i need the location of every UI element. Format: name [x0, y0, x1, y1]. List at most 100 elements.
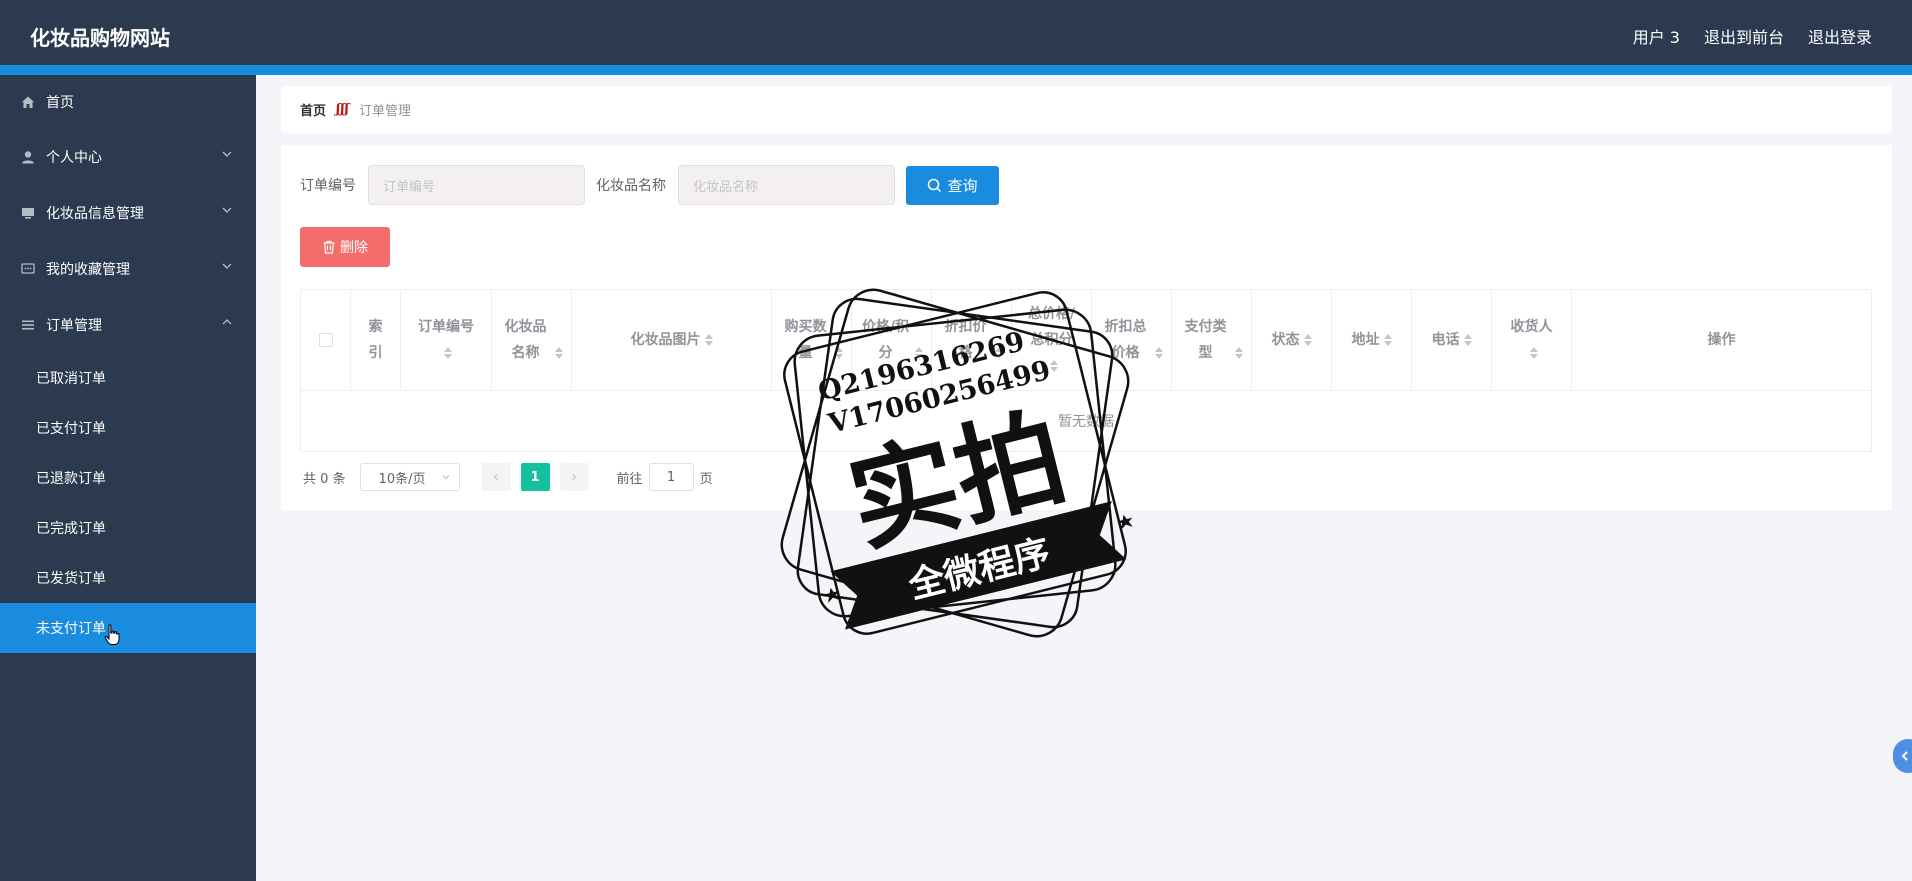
page-size-select[interactable]: 10条/页 — [359, 463, 460, 491]
sidebar-item-label: 订单管理 — [46, 318, 102, 334]
home-icon — [20, 94, 36, 110]
breadcrumb-current: 订单管理 — [358, 104, 411, 119]
column-header[interactable]: 化妆品图片 — [572, 290, 772, 390]
goto-label: 前往 — [616, 471, 643, 487]
sidebar-subitem-cancelled[interactable]: 已取消订单 — [0, 353, 256, 403]
stamp-banner-text: 全微程序 — [904, 531, 1055, 607]
select-all-cell — [301, 290, 351, 390]
column-header[interactable]: 状态 — [1252, 290, 1332, 390]
orders-table: 索引 订单编号 化妆品名称 化妆品图片 购买数量 价格/积分 折扣价格 总价格/… — [300, 289, 1872, 452]
column-header[interactable]: 收货人 — [1492, 290, 1572, 390]
header-links: 用户 3 退出到前台 退出登录 — [1633, 24, 1872, 48]
sidebar-item-home[interactable]: 首页 — [0, 75, 256, 129]
sidebar-subitem-unpaid[interactable]: 未支付订单 — [0, 603, 256, 653]
order-no-label: 订单编号 — [300, 178, 356, 194]
column-header[interactable]: 支付类型 — [1172, 290, 1252, 390]
query-button[interactable]: 查询 — [906, 165, 999, 205]
back-to-frontend-link[interactable]: 退出到前台 — [1704, 24, 1784, 48]
column-header[interactable]: 订单编号 — [401, 290, 492, 390]
delete-button[interactable]: 删除 — [300, 227, 390, 267]
sidebar-subitem-refunded[interactable]: 已退款订单 — [0, 453, 256, 503]
sidebar-item-label: 我的收藏管理 — [46, 262, 130, 278]
sidebar-item-label: 个人中心 — [46, 150, 102, 166]
sort-icon[interactable] — [1234, 347, 1243, 359]
chevron-left-icon — [493, 473, 498, 481]
user-icon — [20, 149, 36, 165]
delete-button-label: 删除 — [340, 240, 368, 256]
chat-icon — [20, 261, 36, 277]
sidebar-item-label: 化妆品信息管理 — [46, 206, 144, 222]
chevron-right-icon — [572, 473, 577, 481]
sort-icon[interactable] — [1383, 334, 1392, 346]
table-empty-text: 暂无数据 — [1058, 414, 1114, 430]
next-page-button[interactable] — [559, 463, 589, 491]
page-size-value: 10条/页 — [378, 471, 426, 487]
table-header: 索引 订单编号 化妆品名称 化妆品图片 购买数量 价格/积分 折扣价格 总价格/… — [301, 290, 1871, 391]
sort-icon[interactable] — [914, 347, 923, 359]
chevron-down-icon — [222, 207, 232, 213]
sidebar-subitem-completed[interactable]: 已完成订单 — [0, 503, 256, 553]
chevron-up-icon — [222, 319, 232, 325]
star-icon — [1116, 514, 1133, 530]
sort-icon[interactable] — [994, 347, 1003, 359]
header-accent-bar — [0, 65, 1912, 75]
sidebar-item-label: 首页 — [46, 95, 74, 111]
sort-icon[interactable] — [554, 347, 563, 359]
sort-icon[interactable] — [1154, 347, 1163, 359]
product-name-label: 化妆品名称 — [596, 178, 666, 194]
sort-icon[interactable] — [1049, 360, 1058, 372]
column-header[interactable]: 总价格/总积分 — [1012, 290, 1092, 390]
column-header[interactable]: 折扣价格 — [932, 290, 1012, 390]
sort-icon[interactable] — [834, 347, 843, 359]
select-all-checkbox[interactable] — [318, 333, 333, 347]
stamp-banner — [830, 501, 1127, 630]
sidebar-subitem-shipped[interactable]: 已发货订单 — [0, 553, 256, 603]
prev-page-button[interactable] — [481, 463, 511, 491]
product-name-input[interactable]: 化妆品名称 — [678, 165, 895, 205]
sidebar-subitem-label: 未支付订单 — [36, 621, 106, 637]
search-icon — [928, 178, 942, 192]
query-button-label: 查询 — [947, 176, 978, 195]
menu-icon — [20, 317, 36, 333]
sidebar-item-personal-center[interactable]: 个人中心 — [0, 129, 256, 185]
sidebar-item-product-info[interactable]: 化妆品信息管理 — [0, 185, 256, 241]
column-header[interactable]: 折扣总价格 — [1092, 290, 1172, 390]
chevron-down-icon — [222, 151, 232, 157]
breadcrumb: 首页 ʃʃʃ 订单管理 — [281, 86, 1892, 133]
top-header: 化妆品购物网站 用户 3 退出到前台 退出登录 — [0, 0, 1912, 75]
star-icon — [823, 587, 840, 603]
side-panel-toggle[interactable] — [1893, 739, 1912, 773]
site-title: 化妆品购物网站 — [30, 26, 170, 50]
page-number-current[interactable]: 1 — [520, 463, 550, 491]
chevron-down-icon — [222, 263, 232, 269]
pagination: 共 0 条 10条/页 1 前往 1 页 — [303, 463, 713, 491]
logout-link[interactable]: 退出登录 — [1808, 24, 1872, 48]
sidebar-item-orders[interactable]: 订单管理 — [0, 297, 256, 353]
column-header[interactable]: 地址 — [1332, 290, 1412, 390]
page-unit-label: 页 — [699, 471, 713, 487]
sort-icon[interactable] — [1303, 334, 1312, 346]
current-user-link[interactable]: 用户 3 — [1633, 24, 1680, 48]
trash-icon — [323, 240, 335, 254]
sort-icon[interactable] — [704, 334, 713, 346]
breadcrumb-home[interactable]: 首页 — [300, 100, 326, 119]
order-no-input[interactable]: 订单编号 — [368, 165, 585, 205]
column-header[interactable]: 购买数量 — [772, 290, 852, 390]
main-content: 订单编号 订单编号 化妆品名称 化妆品名称 查询 删除 索引 订单编号 化妆品名… — [281, 145, 1892, 510]
column-header[interactable]: 价格/积分 — [852, 290, 932, 390]
pagination-total: 共 0 条 — [303, 471, 346, 487]
sidebar: 首页 个人中心 化妆品信息管理 我的收藏管理 订单管理 已取消订单 已支付订单 … — [0, 75, 256, 881]
sidebar-item-favorites[interactable]: 我的收藏管理 — [0, 241, 256, 297]
sort-icon[interactable] — [1463, 334, 1472, 346]
search-form: 订单编号 订单编号 化妆品名称 化妆品名称 查询 — [300, 165, 999, 205]
chevron-down-icon — [442, 475, 449, 480]
sidebar-subitem-paid[interactable]: 已支付订单 — [0, 403, 256, 453]
goto-page-input[interactable]: 1 — [648, 463, 694, 491]
column-header[interactable]: 电话 — [1412, 290, 1492, 390]
column-header[interactable]: 化妆品名称 — [492, 290, 572, 390]
monitor-icon — [20, 205, 36, 221]
sort-icon[interactable] — [444, 347, 452, 359]
hand-cursor-icon — [104, 624, 120, 645]
sort-icon[interactable] — [1529, 347, 1538, 359]
chevron-left-icon — [1901, 751, 1908, 761]
